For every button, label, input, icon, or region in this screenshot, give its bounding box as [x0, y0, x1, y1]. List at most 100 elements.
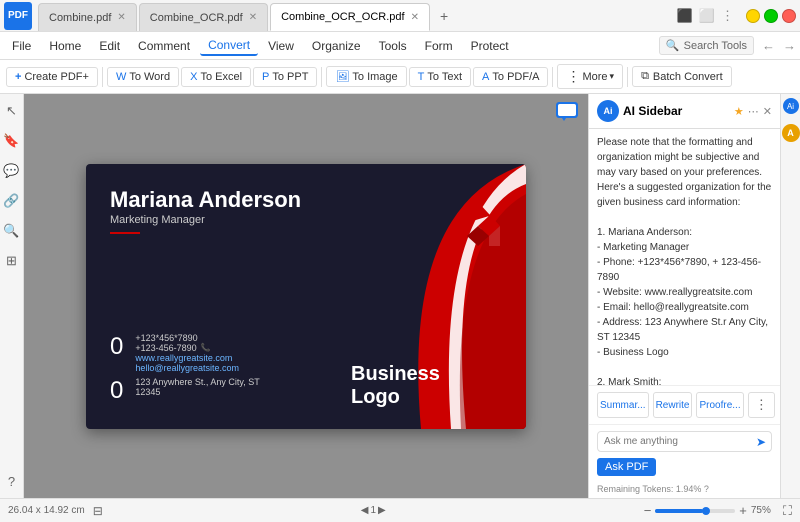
menu-form[interactable]: Form — [417, 37, 461, 55]
to-word-button[interactable]: W To Word — [107, 67, 179, 87]
tab-combine-ocr-pdf[interactable]: Combine_OCR.pdf ✕ — [139, 3, 268, 31]
create-pdf-button[interactable]: + Create PDF+ — [6, 67, 98, 87]
close-button[interactable] — [782, 9, 796, 23]
app-logo: PDF — [4, 2, 32, 30]
sidebar-icon-layers[interactable]: ⊞ — [3, 252, 21, 270]
prev-page-button[interactable]: ◀ — [361, 505, 369, 516]
toolbar-divider-1 — [102, 67, 103, 87]
ppt-icon: P — [262, 71, 269, 83]
more-chevron: ▾ — [610, 71, 615, 82]
doc-chat-icon[interactable] — [556, 102, 580, 125]
card-job-title: Marketing Manager — [110, 214, 321, 226]
card-business-logo-text: BusinessLogo — [351, 363, 440, 409]
sidebar-icon-comment[interactable]: 💬 — [3, 162, 21, 180]
ai-star-icon[interactable]: ★ — [734, 105, 744, 118]
left-sidebar: ↖ 🔖 💬 🔗 🔍 ⊞ ? — [0, 94, 24, 498]
search-tools-label: Search Tools — [684, 40, 747, 52]
rewrite-button[interactable]: Rewrite — [653, 392, 693, 418]
card-address-row: 0 123 Anywhere St., Any City, ST 12345 — [110, 377, 321, 405]
card-website[interactable]: www.reallygreatsite.com — [135, 353, 239, 363]
minimize-button[interactable] — [746, 9, 760, 23]
zoom-out-button[interactable]: − — [644, 503, 652, 518]
search-icon: 🔍 — [666, 39, 680, 52]
sidebar-icon-search[interactable]: 🔍 — [3, 222, 21, 240]
ai-action-more-button[interactable]: ⋮ — [748, 392, 775, 418]
right-panel-icon-ai[interactable]: Ai — [783, 98, 799, 114]
ai-sidebar-controls: ★ ⋯ ✕ — [734, 105, 772, 118]
card-left-section: Mariana Anderson Marketing Manager 0 +12… — [86, 164, 341, 429]
more-button[interactable]: ⋮ More ▾ — [557, 64, 623, 89]
window-icon-settings[interactable]: ⋮ — [721, 8, 734, 24]
zoom-slider-thumb — [702, 507, 710, 515]
menu-edit[interactable]: Edit — [91, 37, 128, 55]
to-ppt-button[interactable]: P To PPT — [253, 67, 317, 87]
ai-close-icon[interactable]: ✕ — [763, 105, 772, 118]
to-pdfa-button[interactable]: A To PDF/A — [473, 67, 548, 87]
to-text-button[interactable]: T To Text — [409, 67, 471, 87]
to-image-button[interactable]: 🖼 To Image — [326, 66, 406, 87]
tab-close-2[interactable]: ✕ — [411, 12, 419, 23]
card-flutter-logo — [451, 194, 506, 259]
window-controls — [746, 9, 796, 23]
summarize-button[interactable]: Summar... — [597, 392, 649, 418]
right-panel-icon-ms[interactable]: A — [782, 124, 800, 142]
ai-send-icon[interactable]: ➤ — [756, 435, 766, 449]
batch-convert-button[interactable]: ⧉ Batch Convert — [632, 66, 732, 87]
menu-view[interactable]: View — [260, 37, 302, 55]
sidebar-icon-help[interactable]: ? — [3, 472, 21, 490]
to-image-label: To Image — [352, 71, 397, 83]
menu-home[interactable]: Home — [41, 37, 89, 55]
zoom-slider[interactable] — [655, 509, 735, 513]
ai-action-buttons: Summar... Rewrite Proofre... ⋮ — [589, 385, 780, 424]
title-bar: PDF Combine.pdf ✕ Combine_OCR.pdf ✕ Comb… — [0, 0, 800, 32]
card-divider — [110, 232, 140, 234]
toolbar: + Create PDF+ W To Word X To Excel P To … — [0, 60, 800, 94]
ai-sidebar: Ai AI Sidebar ★ ⋯ ✕ Please note that the… — [588, 94, 780, 498]
tab-add-button[interactable]: + — [432, 8, 456, 24]
image-icon: 🖼 — [335, 70, 349, 83]
current-page: 1 — [370, 505, 376, 516]
more-icon: ⋮ — [566, 68, 580, 85]
to-excel-button[interactable]: X To Excel — [181, 67, 251, 87]
proofread-button[interactable]: Proofre... — [696, 392, 743, 418]
to-pdfa-label: To PDF/A — [492, 71, 539, 83]
batch-icon: ⧉ — [641, 70, 649, 83]
menu-comment[interactable]: Comment — [130, 37, 198, 55]
maximize-button[interactable] — [764, 9, 778, 23]
sidebar-icon-link[interactable]: 🔗 — [3, 192, 21, 210]
plus-icon: + — [15, 71, 21, 83]
to-excel-label: To Excel — [200, 71, 242, 83]
search-tools[interactable]: 🔍 Search Tools — [659, 36, 754, 55]
sidebar-icon-bookmark[interactable]: 🔖 — [3, 132, 21, 150]
back-button[interactable]: ← — [762, 38, 775, 53]
menu-organize[interactable]: Organize — [304, 37, 369, 55]
menu-convert[interactable]: Convert — [200, 36, 258, 56]
ai-sidebar-title: AI Sidebar — [623, 104, 730, 118]
toolbar-divider-3 — [552, 67, 553, 87]
ai-input-wrapper: ➤ — [597, 431, 772, 452]
fullscreen-button[interactable]: ⛶ — [783, 503, 792, 519]
window-icon-share[interactable]: ⬛ — [677, 8, 693, 24]
zoom-level: 75% — [751, 505, 771, 516]
tab-combine-ocr-ocr-pdf[interactable]: Combine_OCR_OCR.pdf ✕ — [270, 3, 430, 31]
window-icon-expand[interactable]: ⬜ — [699, 8, 715, 24]
card-email[interactable]: hello@reallygreatsite.com — [135, 363, 239, 373]
menu-tools[interactable]: Tools — [371, 37, 415, 55]
sidebar-icon-cursor[interactable]: ↖ — [3, 102, 21, 120]
menu-protect[interactable]: Protect — [463, 37, 517, 55]
forward-button[interactable]: → — [783, 38, 796, 53]
status-bar: 26.04 x 14.92 cm ⊟ ◀ 1 ▶ − + 75% ⛶ — [0, 498, 800, 522]
tab-combine-pdf[interactable]: Combine.pdf ✕ — [38, 3, 137, 31]
tab-close-0[interactable]: ✕ — [117, 12, 125, 23]
ai-ask-box: Ask PDF — [597, 458, 772, 476]
to-text-label: To Text — [427, 71, 462, 83]
excel-icon: X — [190, 71, 197, 83]
ask-pdf-button[interactable]: Ask PDF — [597, 458, 656, 476]
next-page-button[interactable]: ▶ — [378, 505, 386, 516]
ai-ask-input[interactable] — [597, 431, 772, 452]
zoom-in-button[interactable]: + — [739, 503, 747, 518]
menu-file[interactable]: File — [4, 37, 39, 55]
tab-close-1[interactable]: ✕ — [249, 12, 257, 23]
ai-more-icon[interactable]: ⋯ — [748, 105, 759, 118]
right-panel: Ai A — [780, 94, 800, 498]
